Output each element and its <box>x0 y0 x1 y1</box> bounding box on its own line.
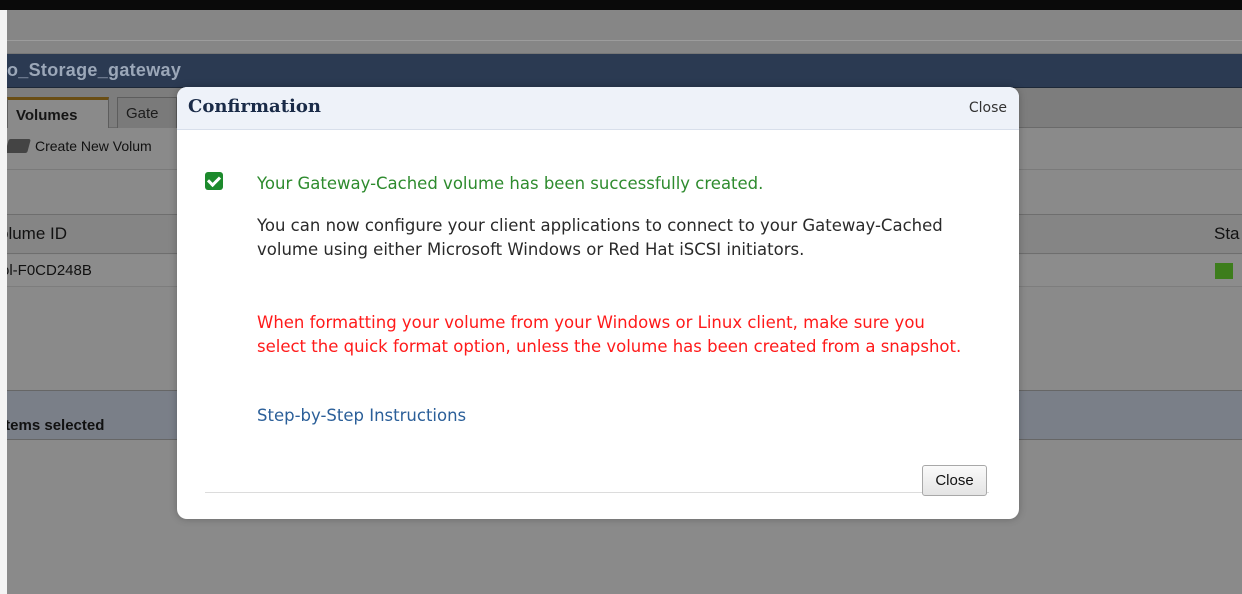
gateway-header: o_Storage_gateway <box>7 54 1242 88</box>
step-by-step-instructions-link[interactable]: Step-by-Step Instructions <box>257 404 466 428</box>
dialog-footer-divider <box>205 492 989 493</box>
success-check-icon <box>205 172 223 190</box>
volume-id-cell: ol-F0CD248B <box>7 262 92 279</box>
console-sub-bar <box>7 10 1242 54</box>
top-black-bar <box>0 0 1242 10</box>
items-selected-label: items selected <box>7 417 105 434</box>
status-indicator-icon <box>1215 263 1233 279</box>
create-new-volume-label: Create New Volum <box>35 138 152 154</box>
tab-volumes[interactable]: Volumes <box>7 97 109 128</box>
dialog-header: Confirmation Close <box>177 87 1019 130</box>
sub-bar-divider <box>7 40 1242 41</box>
confirmation-dialog: Confirmation Close Your Gateway-Cached v… <box>177 87 1019 519</box>
dialog-close-link[interactable]: Close <box>969 100 1007 116</box>
column-header-volume-id[interactable]: olume ID <box>7 224 67 244</box>
dialog-title: Confirmation <box>188 96 321 117</box>
warning-message: When formatting your volume from your Wi… <box>257 313 962 356</box>
column-header-status[interactable]: Sta <box>1214 224 1240 244</box>
volume-disk-icon <box>7 139 31 153</box>
info-message: You can now configure your client applic… <box>257 216 943 259</box>
create-new-volume-button[interactable]: Create New Volum <box>7 138 152 154</box>
success-message: Your Gateway-Cached volume has been succ… <box>257 174 764 193</box>
gateway-title: o_Storage_gateway <box>7 60 182 80</box>
left-edge-strip <box>0 10 7 594</box>
tab-gateway[interactable]: Gate <box>117 97 177 128</box>
dialog-close-button[interactable]: Close <box>922 465 987 496</box>
